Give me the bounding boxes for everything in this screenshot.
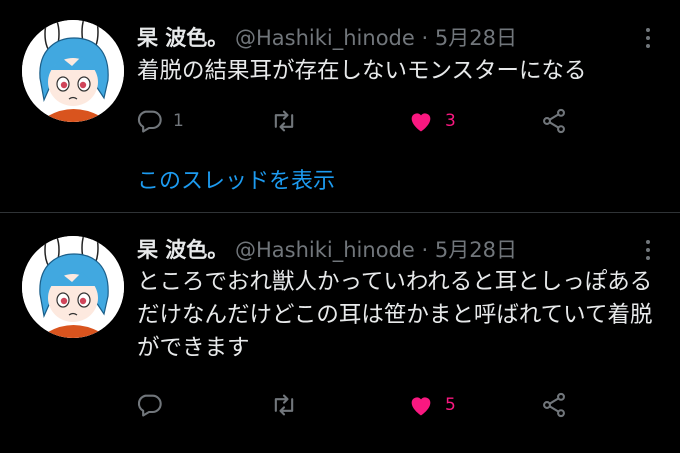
display-name[interactable]: 杲 波色。 [137,238,228,262]
tweet-text: ところでおれ獣人かっていわれると耳としっぽあるだけなんだけどこの耳は笹かまと呼ば… [137,269,653,361]
avatar[interactable] [22,236,124,338]
share-button[interactable] [540,106,568,136]
share-button[interactable] [540,390,568,420]
like-count: 3 [445,111,456,131]
tweet-actions: 5 [135,390,575,420]
more-options-icon[interactable] [638,236,658,266]
retweet-button[interactable] [270,106,308,136]
like-button[interactable]: 3 [407,106,456,136]
more-options-icon[interactable] [638,24,658,54]
like-count: 5 [445,395,456,415]
divider [0,212,680,213]
reply-button[interactable] [135,390,173,420]
tweet[interactable]: 杲 波色。 @Hashiki_hinode · 5月28日 ところでおれ獣人かっ… [0,214,680,453]
share-icon [543,392,565,418]
tweet-actions: 1 3 [135,106,575,136]
heart-icon [411,113,431,132]
tweet[interactable]: 杲 波色。 @Hashiki_hinode · 5月28日 着脱の結果耳が存在し… [0,0,680,212]
user-handle[interactable]: @Hashiki_hinode [235,238,415,262]
reply-icon [137,394,162,417]
avatar-illustration [22,236,124,338]
tweet-date[interactable]: 5月28日 [435,238,517,262]
heart-icon [411,397,431,416]
reply-count: 1 [173,111,184,131]
separator: · [421,26,429,50]
retweet-icon [274,394,294,416]
show-thread-link[interactable]: このスレッドを表示 [137,163,335,195]
reply-button[interactable]: 1 [135,106,184,136]
avatar[interactable] [22,20,124,122]
user-handle[interactable]: @Hashiki_hinode [235,26,415,50]
share-icon [543,108,565,134]
tweet-text: 着脱の結果耳が存在しないモンスターになる [137,58,587,84]
retweet-icon [274,110,294,132]
separator: · [421,238,429,262]
tweet-header: 杲 波色。 @Hashiki_hinode · 5月28日 [137,22,517,52]
like-button[interactable]: 5 [407,390,456,420]
tweet-date[interactable]: 5月28日 [435,26,517,50]
tweet-header: 杲 波色。 @Hashiki_hinode · 5月28日 [137,234,517,264]
retweet-button[interactable] [270,390,308,420]
avatar-illustration [22,20,124,122]
reply-icon [137,110,162,133]
display-name[interactable]: 杲 波色。 [137,26,228,50]
